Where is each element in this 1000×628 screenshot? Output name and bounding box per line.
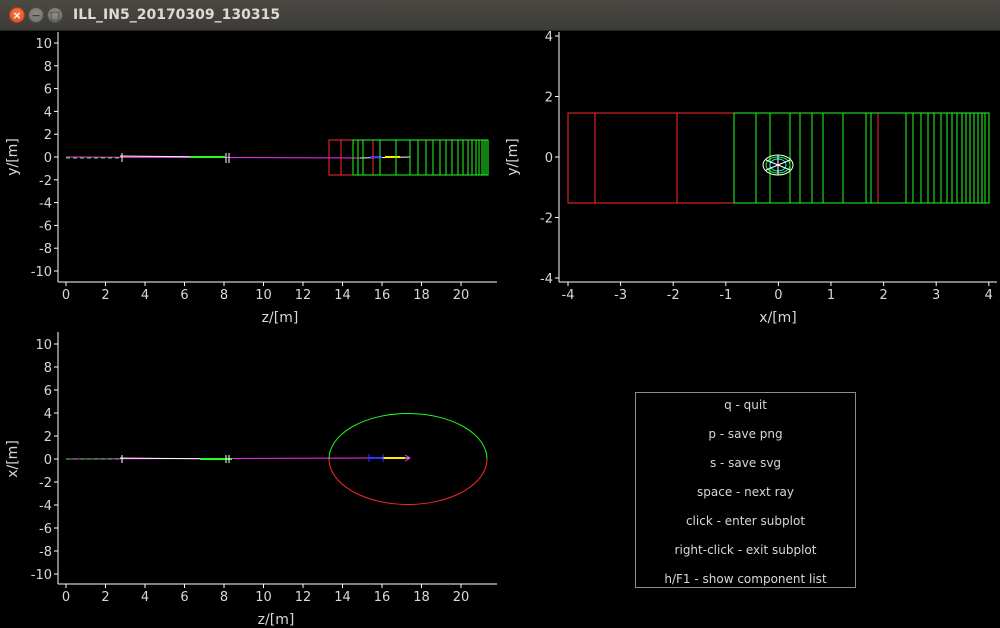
- xy-xtick-label: -4: [562, 288, 575, 303]
- zx-xtick-label: 12: [295, 590, 312, 605]
- zx-x-ticks: 0 2 4 6 8 10 12 14 16 18 20: [62, 584, 469, 605]
- zy-ytick-label: 0: [44, 151, 52, 166]
- subplot-xy[interactable]: 4 2 0 -2 -4 -4 -3 -2 -1 0 1 2 3 4 x/[m] y/[m]: [505, 30, 997, 326]
- xy-ytick-label: -4: [540, 272, 553, 287]
- zx-ytick-label: -4: [39, 499, 52, 514]
- help-quit: q - quit: [724, 398, 767, 412]
- zy-xtick-label: 8: [220, 288, 228, 303]
- zx-ytick-label: 10: [35, 338, 52, 353]
- zx-xtick-label: 18: [413, 590, 430, 605]
- zy-ytick-label: 10: [35, 37, 52, 52]
- xy-xtick-label: -1: [719, 288, 732, 303]
- zy-ytick-label: 2: [44, 128, 52, 143]
- zy-xlabel: z/[m]: [262, 310, 299, 326]
- zx-ytick-label: 6: [44, 384, 52, 399]
- xy-ytick-label: -2: [540, 212, 553, 227]
- zx-xtick-label: 14: [334, 590, 351, 605]
- zy-xtick-label: 14: [334, 288, 351, 303]
- subplot-zy[interactable]: 1086420-2-4-6-8-10 0 2 4 6 8 10 12 14 16 18 20 z/[…: [5, 32, 497, 326]
- zy-xtick-label: 16: [374, 288, 391, 303]
- zy-beamline: [65, 139, 489, 176]
- zy-xtick-label: 0: [62, 288, 70, 303]
- zy-x-ticks: 0 2 4 6 8 10 12 14 16 18 20: [62, 282, 469, 303]
- help-panel: q - quit p - save png s - save svg space…: [635, 392, 856, 588]
- zy-ylabel: y/[m]: [5, 138, 21, 176]
- zy-xtick-label: 6: [180, 288, 188, 303]
- zy-ytick-label: 6: [44, 83, 52, 98]
- zy-ytick-label: -8: [39, 242, 52, 257]
- zy-ytick-label: 8: [44, 60, 52, 75]
- zx-ytick-label: -6: [39, 522, 52, 537]
- subplot-zx[interactable]: 1086420-2-4-6-8-10 0 2 4 6 8 10 12 14 16 18 20 z/[…: [5, 332, 497, 628]
- zx-xtick-label: 10: [255, 590, 272, 605]
- zy-xtick-label: 18: [413, 288, 430, 303]
- help-save-svg: s - save svg: [709, 456, 782, 470]
- zx-xlabel: z/[m]: [258, 612, 295, 628]
- xy-xtick-label: -2: [667, 288, 680, 303]
- zx-ytick-label: 2: [44, 430, 52, 445]
- help-save-png: p - save png: [708, 427, 783, 441]
- zy-xtick-label: 2: [101, 288, 109, 303]
- zx-y-ticks: 10 8 6 4 2 0 -2 -4 -6 -8 -10: [31, 338, 58, 583]
- xy-ylabel: y/[m]: [505, 138, 521, 176]
- zx-ytick-label: 4: [44, 407, 52, 422]
- xy-xtick-label: -3: [614, 288, 627, 303]
- xy-xlabel: x/[m]: [759, 310, 797, 326]
- zx-beamline: [65, 413, 488, 505]
- xy-x-ticks: -4 -3 -2 -1 0 1 2 3 4: [562, 282, 993, 303]
- zx-xtick-label: 4: [141, 590, 149, 605]
- xy-ytick-label: 0: [545, 151, 553, 166]
- help-next-ray: space - next ray: [697, 485, 794, 499]
- xy-xtick-label: 3: [932, 288, 940, 303]
- help-exit-subplot: right-click - exit subplot: [674, 543, 817, 557]
- xy-guides: [567, 112, 990, 204]
- zx-ytick-label: -8: [39, 545, 52, 560]
- xy-xtick-label: 4: [985, 288, 993, 303]
- zy-ytick-label: -10: [31, 265, 52, 280]
- help-component-list: h/F1 - show component list: [664, 572, 827, 586]
- zy-xtick-label: 10: [255, 288, 272, 303]
- xy-xtick-label: 2: [879, 288, 887, 303]
- zy-ytick-label: -4: [39, 197, 52, 212]
- zx-ytick-label: -10: [31, 568, 52, 583]
- xy-xtick-label: 0: [774, 288, 782, 303]
- xy-xtick-label: 1: [827, 288, 835, 303]
- zy-xtick-label: 12: [295, 288, 312, 303]
- zy-y-ticks: 10 8 6 4 2 0 -2 -4 -6 -8 -10: [31, 37, 58, 280]
- zx-xtick-label: 6: [180, 590, 188, 605]
- help-enter-subplot: click - enter subplot: [685, 514, 806, 528]
- zx-ylabel: x/[m]: [5, 440, 21, 478]
- zx-xtick-label: 20: [453, 590, 470, 605]
- zx-ytick-label: 8: [44, 361, 52, 376]
- zx-ytick-label: 0: [44, 453, 52, 468]
- zy-ytick-label: -2: [39, 174, 52, 189]
- zy-ytick-label: -6: [39, 219, 52, 234]
- zy-ytick-label: 4: [44, 105, 52, 120]
- zx-xtick-label: 0: [62, 590, 70, 605]
- zx-xtick-label: 16: [374, 590, 391, 605]
- zx-xtick-label: 8: [220, 590, 228, 605]
- xy-ytick-label: 4: [545, 30, 553, 45]
- xy-ytick-label: 2: [545, 91, 553, 106]
- zy-xtick-label: 4: [141, 288, 149, 303]
- xy-y-ticks: 4 2 0 -2 -4: [540, 30, 559, 287]
- zx-ytick-label: -2: [39, 476, 52, 491]
- zy-xtick-label: 20: [453, 288, 470, 303]
- zx-xtick-label: 2: [101, 590, 109, 605]
